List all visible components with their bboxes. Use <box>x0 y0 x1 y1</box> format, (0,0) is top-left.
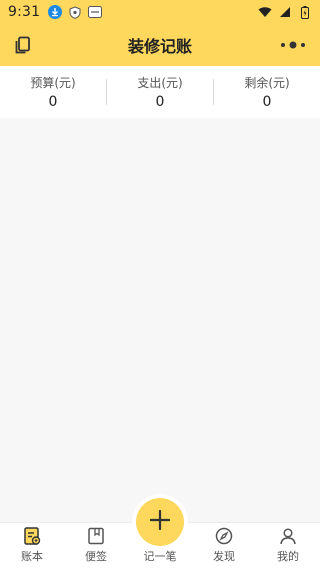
add-record-button[interactable] <box>136 498 184 546</box>
more-dots-icon[interactable] <box>278 36 308 54</box>
expense-summary: 支出(元) 0 <box>107 74 213 110</box>
person-icon <box>278 526 298 546</box>
tab-notes[interactable]: 便签 <box>64 523 128 568</box>
tab-label: 账本 <box>21 550 43 563</box>
status-icons-right <box>258 5 312 19</box>
app-header: 装修记账 <box>0 24 320 66</box>
expense-value: 0 <box>155 94 165 110</box>
budget-value: 0 <box>48 94 58 110</box>
tab-label: 便签 <box>85 550 107 563</box>
tab-discover[interactable]: 发现 <box>192 523 256 568</box>
battery-icon <box>298 5 312 19</box>
note-icon <box>86 526 106 546</box>
tab-mine[interactable]: 我的 <box>256 523 320 568</box>
remaining-label: 剩余(元) <box>244 76 290 90</box>
remaining-summary: 剩余(元) 0 <box>214 74 320 110</box>
summary-panel: 预算(元) 0 支出(元) 0 剩余(元) 0 <box>0 66 320 118</box>
compass-icon <box>214 526 234 546</box>
ledger-icon <box>22 526 42 546</box>
tab-label: 我的 <box>277 550 299 563</box>
page-title: 装修记账 <box>127 37 192 56</box>
copy-icon[interactable] <box>12 34 34 56</box>
wifi-icon <box>258 5 272 19</box>
status-icons-left <box>48 5 103 19</box>
shield-icon <box>68 5 82 19</box>
budget-label: 预算(元) <box>30 76 76 90</box>
status-time: 9:31 <box>8 4 41 20</box>
remaining-value: 0 <box>262 94 272 110</box>
content-area <box>0 118 320 522</box>
status-bar: 9:31 <box>0 0 320 24</box>
budget-summary: 预算(元) 0 <box>0 74 106 110</box>
signal-icon <box>278 5 292 19</box>
notification-badge-icon <box>88 5 103 19</box>
tab-label: 发现 <box>213 550 235 563</box>
download-icon <box>48 5 63 19</box>
tab-ledger[interactable]: 账本 <box>0 523 64 568</box>
plus-icon <box>148 508 172 536</box>
expense-label: 支出(元) <box>137 76 183 90</box>
tab-label: 记一笔 <box>143 550 177 563</box>
